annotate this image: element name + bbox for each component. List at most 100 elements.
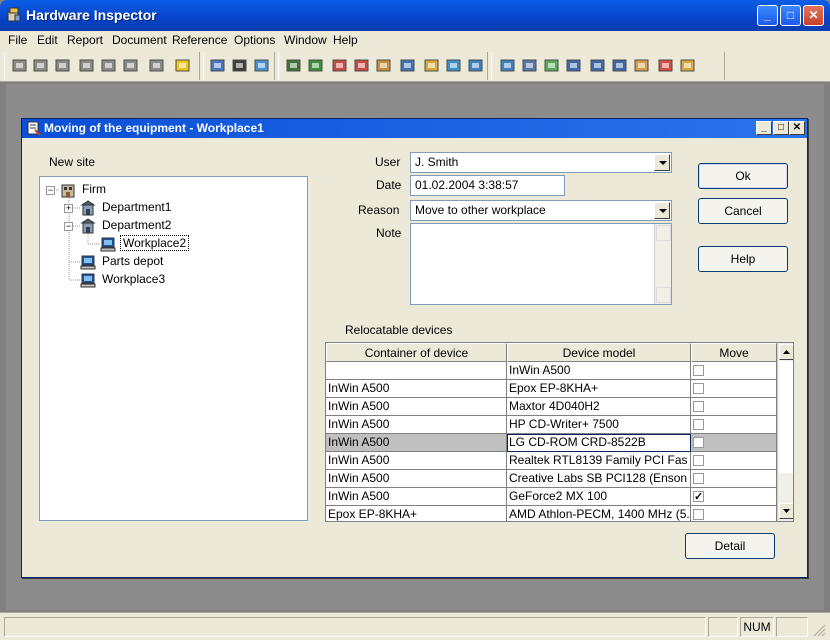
- dialog-minimize-button[interactable]: _: [756, 121, 772, 135]
- tree-node-parts-depot[interactable]: Parts depot: [80, 253, 280, 271]
- help-button[interactable]: Help: [698, 246, 788, 272]
- move-checkbox[interactable]: [693, 365, 704, 376]
- cell-model[interactable]: LG CD-ROM CRD-8522B: [507, 434, 691, 452]
- grid-scrollbar[interactable]: [777, 343, 793, 521]
- cell-model[interactable]: Creative Labs SB PCI128 (Enson: [507, 470, 691, 488]
- numbers-icon[interactable]: [351, 55, 373, 77]
- book-icon[interactable]: [421, 55, 443, 77]
- cell-move[interactable]: [691, 362, 777, 380]
- menu-edit[interactable]: Edit: [37, 33, 58, 47]
- move-icon[interactable]: [397, 55, 419, 77]
- date-field[interactable]: 01.02.2004 3:38:57: [410, 175, 565, 196]
- tree-node-department1[interactable]: Department1: [80, 199, 280, 217]
- minimize-button[interactable]: _: [757, 5, 778, 26]
- cell-container[interactable]: InWin A500: [326, 416, 507, 434]
- app-title-bar[interactable]: Hardware Inspector _ □ ✕: [0, 0, 830, 31]
- table-row[interactable]: InWin A500 Maxtor 4D040H2: [326, 398, 777, 416]
- table-row[interactable]: InWin A500 GeForce2 MX 100: [326, 488, 777, 506]
- table-row[interactable]: InWin A500 Realtek RTL8139 Family PCI Fas: [326, 452, 777, 470]
- edit-icon[interactable]: [677, 55, 699, 77]
- cell-move[interactable]: [691, 398, 777, 416]
- move-checkbox[interactable]: [693, 473, 704, 484]
- menu-options[interactable]: Options: [234, 33, 275, 47]
- cell-container[interactable]: InWin A500: [326, 452, 507, 470]
- copy-icon[interactable]: [98, 55, 120, 77]
- cart-icon[interactable]: [519, 55, 541, 77]
- table-row[interactable]: InWin A500 Creative Labs SB PCI128 (Enson: [326, 470, 777, 488]
- user-combo[interactable]: J. Smith: [410, 152, 672, 173]
- cell-model[interactable]: Realtek RTL8139 Family PCI Fas: [507, 452, 691, 470]
- site-tree[interactable]: − Firm + Department1 − Department2 Workplace2 P…: [39, 176, 308, 521]
- cell-move[interactable]: [691, 380, 777, 398]
- grid-scroll-track[interactable]: [779, 361, 793, 473]
- tree-node-workplace2[interactable]: Workplace2: [100, 235, 300, 253]
- books-icon[interactable]: [443, 55, 465, 77]
- col-header-container[interactable]: Container of device: [326, 343, 507, 362]
- transfer-icon[interactable]: [541, 55, 563, 77]
- cell-model[interactable]: AMD Athlon-PECM, 1400 MHz (5.2: [507, 506, 691, 521]
- refresh-icon[interactable]: [251, 55, 273, 77]
- cell-container[interactable]: InWin A500: [326, 380, 507, 398]
- tree-node-firm[interactable]: Firm: [60, 181, 260, 199]
- report-icon[interactable]: [329, 55, 351, 77]
- move-checkbox[interactable]: [693, 489, 704, 505]
- tree-expander-icon[interactable]: +: [64, 204, 73, 213]
- cell-container[interactable]: InWin A500: [326, 470, 507, 488]
- cell-move[interactable]: [691, 488, 777, 506]
- grid-scroll-down-icon[interactable]: [779, 503, 793, 519]
- cell-container[interactable]: Epox EP-8KHA+: [326, 506, 507, 521]
- cell-container[interactable]: [326, 362, 507, 380]
- resize-grip-icon[interactable]: [812, 623, 826, 637]
- dialog-restore-button[interactable]: □: [773, 121, 789, 135]
- col-header-move[interactable]: Move: [691, 343, 777, 362]
- grid-scroll-up-icon[interactable]: [779, 344, 793, 360]
- user-dropdown-arrow-icon[interactable]: [654, 154, 670, 171]
- table-row[interactable]: Epox EP-8KHA+ AMD Athlon-PECM, 1400 MHz (…: [326, 506, 777, 521]
- move-checkbox[interactable]: [693, 437, 704, 448]
- print-icon[interactable]: [9, 55, 31, 77]
- cut-icon[interactable]: [76, 55, 98, 77]
- menu-window[interactable]: Window: [284, 33, 327, 47]
- pc-icon[interactable]: [563, 55, 585, 77]
- pcs-icon[interactable]: [587, 55, 609, 77]
- cell-container[interactable]: InWin A500: [326, 434, 507, 452]
- delete-icon[interactable]: [655, 55, 677, 77]
- dialog-close-button[interactable]: ✕: [789, 121, 805, 135]
- dialog-title-bar[interactable]: Moving of the equipment - Workplace1 _ □…: [22, 119, 807, 138]
- cancel-button[interactable]: Cancel: [698, 198, 788, 224]
- cell-move[interactable]: [691, 470, 777, 488]
- users-icon[interactable]: [207, 55, 229, 77]
- undo-icon[interactable]: [146, 55, 168, 77]
- note-scrollbar[interactable]: [654, 224, 671, 304]
- cell-move[interactable]: [691, 434, 777, 452]
- move-checkbox[interactable]: [693, 455, 704, 466]
- note-textarea[interactable]: [410, 223, 672, 305]
- cell-model[interactable]: Maxtor 4D040H2: [507, 398, 691, 416]
- move-checkbox[interactable]: [693, 401, 704, 412]
- devices-grid[interactable]: Container of device Device model Move In…: [325, 342, 794, 522]
- table-row[interactable]: InWin A500 Epox EP-8KHA+: [326, 380, 777, 398]
- tree-node-department2[interactable]: Department2: [80, 217, 280, 235]
- table-row[interactable]: InWin A500 LG CD-ROM CRD-8522B: [326, 434, 777, 452]
- open-folder-icon[interactable]: [631, 55, 653, 77]
- note-scroll-down-icon[interactable]: [656, 287, 671, 303]
- cell-move[interactable]: [691, 452, 777, 470]
- menu-report[interactable]: Report: [67, 33, 103, 47]
- menu-document[interactable]: Document: [112, 33, 167, 47]
- folder-pc-icon[interactable]: [609, 55, 631, 77]
- menu-file[interactable]: File: [8, 33, 27, 47]
- cell-move[interactable]: [691, 416, 777, 434]
- tree-expander-icon[interactable]: −: [46, 186, 55, 195]
- reason-dropdown-arrow-icon[interactable]: [654, 202, 670, 219]
- maximize-button[interactable]: □: [780, 5, 801, 26]
- detail-button[interactable]: Detail: [685, 533, 775, 559]
- export-icon[interactable]: [52, 55, 74, 77]
- cell-model[interactable]: InWin A500: [507, 362, 691, 380]
- search-icon[interactable]: [229, 55, 251, 77]
- network-icon[interactable]: [465, 55, 487, 77]
- table-row[interactable]: InWin A500 HP CD-Writer+ 7500: [326, 416, 777, 434]
- move-checkbox[interactable]: [693, 383, 704, 394]
- cell-container[interactable]: InWin A500: [326, 488, 507, 506]
- cell-move[interactable]: [691, 506, 777, 521]
- menu-reference[interactable]: Reference: [172, 33, 227, 47]
